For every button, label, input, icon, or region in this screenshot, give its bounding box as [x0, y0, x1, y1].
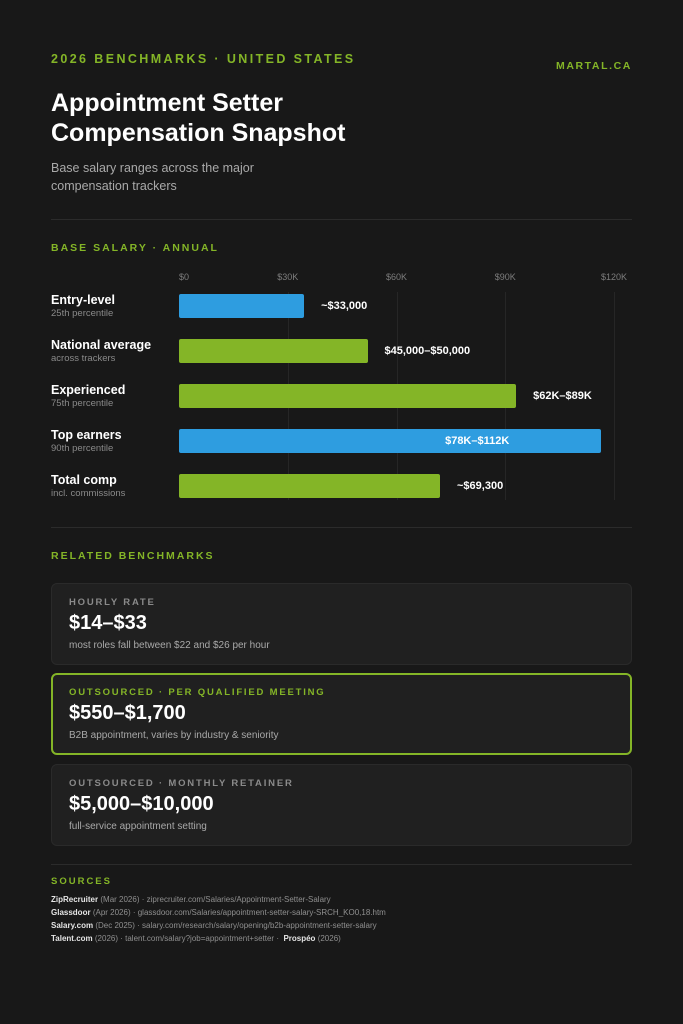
- source-url: · salary.com/research/salary/opening/b2b…: [137, 921, 377, 930]
- row-sublabel: 25th percentile: [51, 308, 114, 319]
- card-note: full-service appointment setting: [69, 821, 207, 832]
- row-label: Total comp incl. commissions: [51, 473, 125, 500]
- card-label: OUTSOURCED · PER QUALIFIED MEETING: [69, 687, 326, 698]
- source-date: (Apr 2026): [92, 908, 131, 917]
- row-label: Top earners 90th percentile: [51, 428, 122, 455]
- bar-value-label: $62K–$89K: [533, 390, 592, 402]
- source-date: (Dec 2025): [95, 921, 135, 930]
- row-label: Entry-level 25th percentile: [51, 293, 115, 320]
- sources-label: SOURCES: [51, 876, 112, 887]
- x-tick-label: $30K: [277, 272, 299, 282]
- bar: [179, 384, 517, 408]
- row-sublabel: 90th percentile: [51, 443, 114, 454]
- card-value: $5,000–$10,000: [69, 793, 214, 815]
- row-label: National average across trackers: [51, 338, 151, 365]
- monthly-retainer-card: OUTSOURCED · MONTHLY RETAINER $5,000–$10…: [51, 764, 632, 846]
- source-date: (Mar 2026): [100, 895, 140, 904]
- row-label: Experienced 75th percentile: [51, 383, 125, 410]
- row-sublabel: incl. commissions: [51, 488, 126, 499]
- source-name: Talent.com: [51, 934, 93, 943]
- x-tick-label: $120K: [600, 272, 628, 282]
- per-meeting-card: OUTSOURCED · PER QUALIFIED MEETING $550–…: [51, 673, 632, 755]
- row-name: Experienced: [51, 383, 126, 397]
- row-name: Total comp: [51, 473, 117, 487]
- divider: [51, 527, 632, 528]
- x-tick-label: $0: [179, 272, 190, 282]
- page-title: Appointment Setter Compensation Snapshot: [51, 89, 346, 147]
- card-value: $550–$1,700: [69, 702, 186, 724]
- chart-section-label: BASE SALARY · ANNUAL: [51, 242, 219, 254]
- row-name: Top earners: [51, 428, 122, 442]
- row-sublabel: 75th percentile: [51, 398, 114, 409]
- card-label: OUTSOURCED · MONTHLY RETAINER: [69, 778, 294, 789]
- bar: [179, 294, 305, 318]
- hourly-rate-card: HOURLY RATE $14–$33 most roles fall betw…: [51, 583, 632, 665]
- source-date: (2026): [94, 934, 118, 943]
- sources-list: ZipRecruiter (Mar 2026) · ziprecruiter.c…: [51, 893, 632, 945]
- divider: [51, 219, 632, 220]
- source-url: · talent.com/salary?job=appointment+sett…: [120, 934, 279, 943]
- divider: [51, 864, 632, 865]
- page-subtitle: Base salary ranges across the major comp…: [51, 161, 254, 193]
- bar-value-label: $78K–$112K: [445, 435, 510, 447]
- row-sublabel: across trackers: [51, 353, 116, 364]
- card-label: HOURLY RATE: [69, 597, 156, 608]
- source-item: Talent.com (2026) · talent.com/salary?jo…: [51, 932, 632, 945]
- bar: [179, 339, 368, 363]
- source-item: Salary.com (Dec 2025) · salary.com/resea…: [51, 919, 632, 932]
- x-tick-label: $60K: [385, 272, 408, 282]
- x-tick-label: $90K: [494, 272, 516, 282]
- row-name: National average: [51, 338, 152, 352]
- source-url: · ziprecruiter.com/Salaries/Appointment-…: [141, 895, 331, 904]
- bar: [179, 429, 602, 453]
- salary-bar-chart: $0 $30K $60K $90K $120K Entry-level 25th perce…: [51, 266, 632, 506]
- source-item: Glassdoor (Apr 2026) · glassdoor.com/Sal…: [51, 906, 632, 919]
- source-item: ZipRecruiter (Mar 2026) · ziprecruiter.c…: [51, 893, 632, 906]
- bar-value-label: ~$69,300: [457, 480, 504, 492]
- bar-value-label: ~$33,000: [321, 300, 368, 312]
- related-section-label: RELATED BENCHMARKS: [51, 550, 215, 562]
- card-note: B2B appointment, varies by industry & se…: [69, 730, 279, 741]
- source-name: ZipRecruiter: [51, 895, 99, 904]
- bar-value-label: $45,000–$50,000: [384, 345, 471, 357]
- card-value: $14–$33: [69, 612, 147, 634]
- source-date: (2026): [317, 934, 341, 943]
- source-name: Glassdoor: [51, 908, 91, 917]
- source-name: Salary.com: [51, 921, 94, 930]
- bar: [179, 474, 440, 498]
- row-name: Entry-level: [51, 293, 115, 307]
- card-note: most roles fall between $22 and $26 per …: [69, 640, 270, 651]
- kicker: 2026 BENCHMARKS · UNITED STATES: [51, 52, 356, 66]
- source-url: · glassdoor.com/Salaries/appointment-set…: [132, 908, 386, 917]
- grid-line: [614, 292, 615, 500]
- site-name: MARTAL.CA: [555, 60, 632, 72]
- source-name: Prospéo: [283, 934, 316, 943]
